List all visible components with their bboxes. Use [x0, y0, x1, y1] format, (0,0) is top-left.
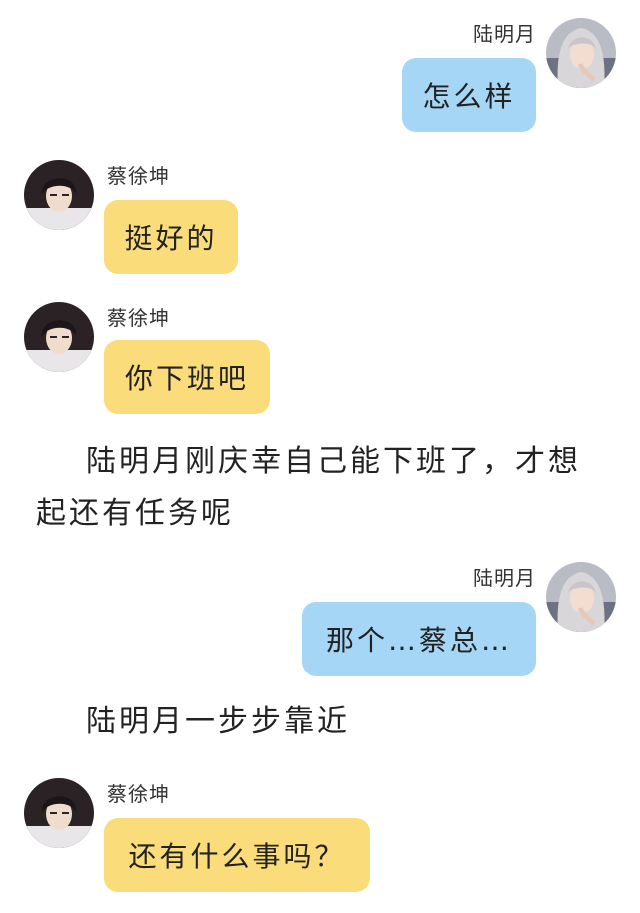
avatar-lu-mingyue[interactable] [546, 18, 616, 88]
man-avatar-icon [24, 160, 94, 230]
narration-line: 陆明月刚庆幸自己能下班了，才想 [86, 444, 581, 479]
narration-line: 起还有任务呢 [36, 496, 234, 531]
narration-text: 陆明月刚庆幸自己能下班了，才想 起还有任务呢 [36, 436, 616, 540]
narration-line: 陆明月一步步靠近 [86, 704, 350, 739]
woman-avatar-icon [546, 562, 616, 632]
narration-text: 陆明月一步步靠近 [36, 696, 616, 748]
sender-name: 蔡徐坤 [107, 306, 170, 330]
woman-avatar-icon [546, 18, 616, 88]
message-bubble[interactable]: 那个…蔡总… [302, 602, 536, 676]
man-avatar-icon [24, 302, 94, 372]
avatar-cai-xukun[interactable] [24, 778, 94, 848]
message-bubble[interactable]: 还有什么事吗？ [104, 818, 370, 892]
avatar-cai-xukun[interactable] [24, 302, 94, 372]
sender-name: 蔡徐坤 [107, 164, 170, 188]
avatar-lu-mingyue[interactable] [546, 562, 616, 632]
man-avatar-icon [24, 778, 94, 848]
sender-name: 陆明月 [473, 566, 536, 590]
sender-name: 蔡徐坤 [107, 782, 170, 806]
message-bubble[interactable]: 你下班吧 [104, 340, 270, 414]
message-bubble[interactable]: 怎么样 [402, 58, 536, 132]
message-bubble[interactable]: 挺好的 [104, 200, 238, 274]
sender-name: 陆明月 [473, 22, 536, 46]
avatar-cai-xukun[interactable] [24, 160, 94, 230]
